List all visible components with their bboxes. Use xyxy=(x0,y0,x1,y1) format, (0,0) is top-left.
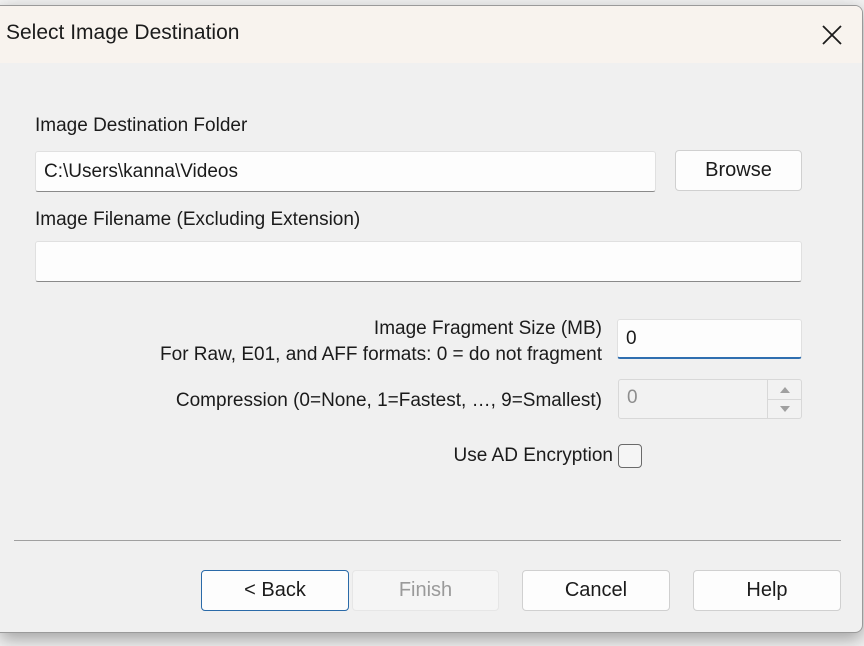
destination-folder-input[interactable] xyxy=(35,151,656,192)
select-image-destination-dialog: Select Image Destination Image Destinati… xyxy=(0,5,863,633)
cancel-button[interactable]: Cancel xyxy=(522,570,670,611)
image-filename-label: Image Filename (Excluding Extension) xyxy=(35,209,361,230)
fragment-size-label: Image Fragment Size (MB) xyxy=(373,318,602,339)
chevron-down-icon xyxy=(779,405,790,412)
finish-button[interactable]: Finish xyxy=(352,570,499,611)
fragment-size-input[interactable] xyxy=(617,319,802,359)
fragment-size-hint: For Raw, E01, and AFF formats: 0 = do no… xyxy=(160,344,602,365)
spin-down-button[interactable] xyxy=(768,399,801,418)
chevron-up-icon xyxy=(779,386,790,393)
spin-up-button[interactable] xyxy=(768,380,801,400)
spinner-arrows xyxy=(767,380,801,418)
compression-label: Compression (0=None, 1=Fastest, …, 9=Sma… xyxy=(175,390,602,411)
button-separator xyxy=(14,540,841,541)
ad-encryption-label: Use AD Encryption xyxy=(453,445,613,466)
image-filename-input[interactable] xyxy=(35,241,802,282)
dialog-title: Select Image Destination xyxy=(6,21,240,44)
title-bar: Select Image Destination xyxy=(0,6,862,63)
help-button[interactable]: Help xyxy=(693,570,841,611)
browse-button[interactable]: Browse xyxy=(675,150,802,191)
ad-encryption-checkbox[interactable] xyxy=(618,444,642,468)
compression-value: 0 xyxy=(627,387,638,408)
back-button[interactable]: < Back xyxy=(201,570,349,611)
compression-spinner[interactable]: 0 xyxy=(618,379,802,419)
close-icon xyxy=(822,24,842,45)
destination-folder-label: Image Destination Folder xyxy=(35,115,248,136)
close-button[interactable] xyxy=(802,6,862,63)
